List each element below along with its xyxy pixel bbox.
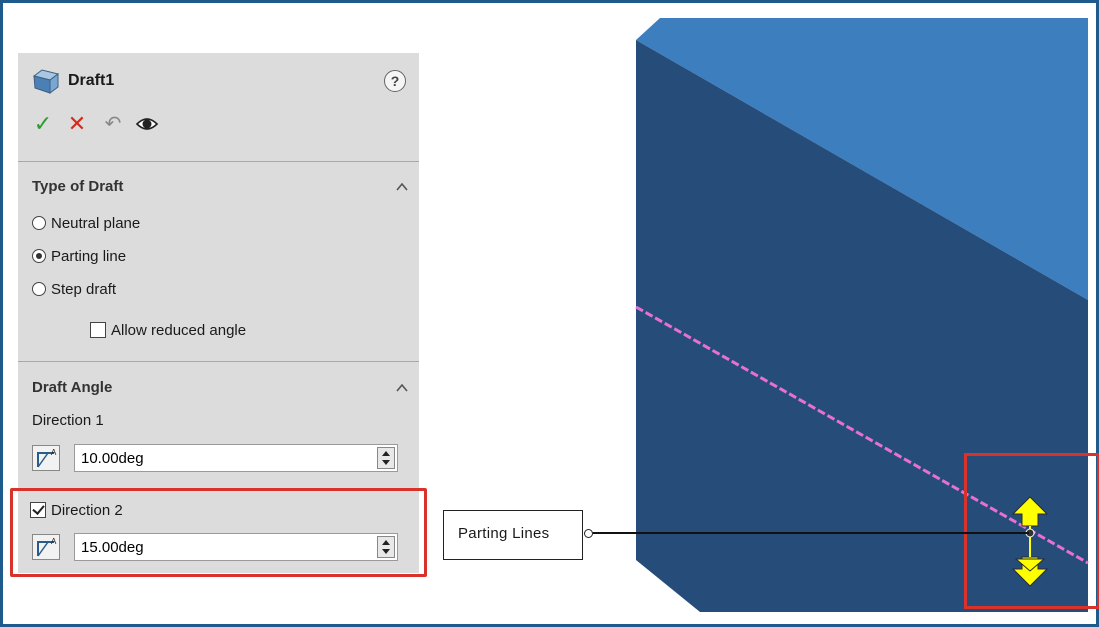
undo-button[interactable]: ↶ — [100, 111, 126, 137]
section-divider — [18, 161, 419, 162]
draft-angle-icon: A — [32, 445, 60, 471]
svg-text:A: A — [51, 448, 57, 457]
radio-label: Step draft — [51, 280, 117, 298]
radio-label: Neutral plane — [51, 214, 141, 232]
collapse-chevron-icon[interactable] — [395, 381, 409, 395]
callout-label: Parting Lines — [458, 525, 550, 542]
direction2-highlight-box — [10, 488, 427, 577]
angle-spinner[interactable] — [377, 447, 395, 469]
draft-feature-icon — [32, 69, 60, 94]
radio-label: Parting line — [51, 247, 127, 265]
cancel-button[interactable]: ✕ — [64, 111, 90, 137]
radio-parting-line[interactable]: Parting line — [32, 245, 126, 267]
checkbox-label: Allow reduced angle — [111, 321, 247, 339]
checkbox[interactable] — [90, 322, 106, 338]
help-icon[interactable]: ? — [384, 70, 406, 92]
radio-step-draft[interactable]: Step draft — [32, 278, 116, 300]
section-divider — [18, 361, 419, 362]
callout-leader-line — [593, 532, 1029, 534]
arrows-highlight-box — [964, 453, 1099, 609]
parting-lines-callout: Parting Lines — [443, 510, 583, 560]
feature-title: Draft1 — [68, 72, 115, 89]
preview-eye-button[interactable] — [134, 111, 160, 137]
direction1-angle-input[interactable] — [75, 445, 377, 471]
eye-icon — [135, 118, 159, 130]
collapse-chevron-icon[interactable] — [395, 180, 409, 194]
direction1-angle-field[interactable] — [74, 444, 398, 472]
radio-button-selected[interactable] — [32, 249, 46, 263]
type-of-draft-title[interactable]: Type of Draft — [32, 178, 123, 195]
radio-button[interactable] — [32, 216, 46, 230]
radio-button[interactable] — [32, 282, 46, 296]
action-buttons: ✓ ✕ ↶ — [30, 111, 230, 141]
radio-neutral-plane[interactable]: Neutral plane — [32, 212, 140, 234]
ok-button[interactable]: ✓ — [30, 111, 56, 137]
direction1-label: Direction 1 — [32, 412, 104, 429]
callout-leader-anchor — [584, 529, 593, 538]
property-manager-header: Draft1 ? — [32, 67, 412, 97]
draft-angle-title[interactable]: Draft Angle — [32, 379, 112, 396]
allow-reduced-angle-checkbox[interactable]: Allow reduced angle — [90, 319, 246, 341]
